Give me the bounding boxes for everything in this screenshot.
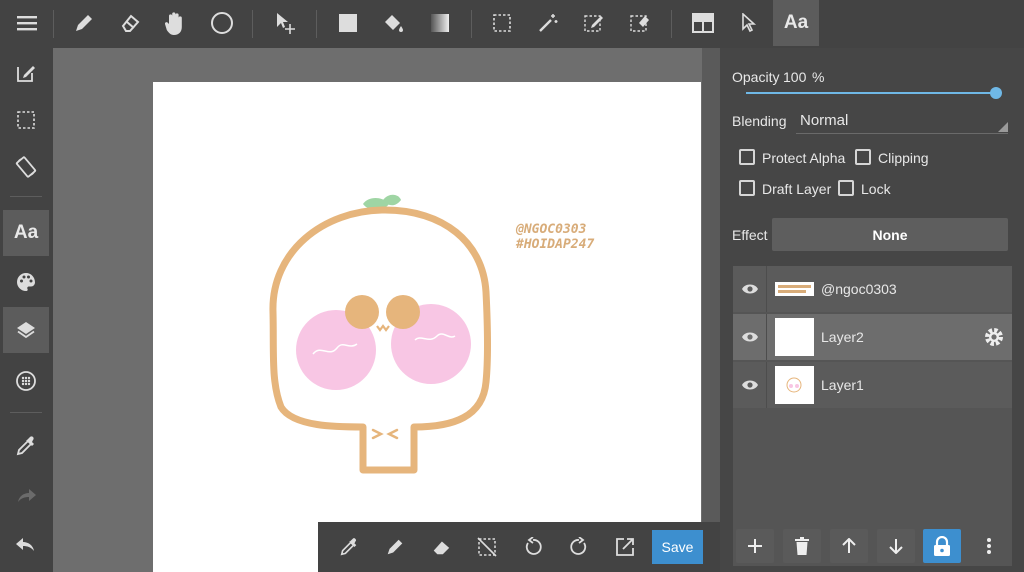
watermark-text: @NGOC0303 #HOIDAP247	[516, 222, 594, 252]
toolbar-divider	[53, 10, 54, 38]
delete-layer-button[interactable]	[783, 529, 821, 563]
eye-icon[interactable]	[733, 362, 767, 408]
layer-name: Layer2	[821, 329, 864, 345]
sidebar-text-label: Aa	[13, 222, 39, 243]
sidebar-divider	[10, 412, 42, 413]
clipping-label: Clipping	[878, 150, 929, 166]
toolbar-divider	[316, 10, 317, 38]
layer-thumbnail	[775, 366, 814, 404]
move-layer-up-button[interactable]	[830, 529, 868, 563]
deselect-icon[interactable]	[466, 526, 508, 568]
top-toolbar: Aa	[0, 0, 1024, 48]
bottom-toolbar: Save	[318, 522, 720, 572]
toolbar-divider	[252, 10, 253, 38]
gradient-tool-icon[interactable]	[417, 0, 463, 46]
opacity-unit: %	[812, 69, 825, 85]
lock-checkbox[interactable]	[838, 180, 854, 196]
canvas-scrollbar[interactable]	[702, 48, 720, 522]
edit-layer-icon[interactable]	[3, 50, 49, 96]
text-tool-button[interactable]: Aa	[773, 0, 819, 46]
menu-icon[interactable]	[4, 0, 50, 46]
plus-icon	[748, 539, 762, 553]
eraser-tool-icon[interactable]	[107, 0, 153, 46]
rotate-canvas-icon[interactable]	[3, 144, 49, 190]
blending-value: Normal	[800, 112, 849, 129]
layer-row[interactable]: Layer1	[733, 362, 1012, 408]
redo-icon[interactable]	[3, 473, 49, 519]
layer-name: Layer1	[821, 377, 864, 393]
eraser-icon[interactable]	[420, 526, 462, 568]
clipping-checkbox[interactable]	[855, 149, 871, 165]
selection-icon[interactable]	[3, 97, 49, 143]
watermark-line-1: @NGOC0303	[516, 222, 587, 237]
eye-icon[interactable]	[733, 266, 767, 312]
eye-icon[interactable]	[733, 314, 767, 360]
undo-icon[interactable]	[512, 526, 554, 568]
magic-wand-icon[interactable]	[525, 0, 571, 46]
more-options-button[interactable]	[970, 529, 1008, 563]
watermark-line-2: #HOIDAP247	[516, 237, 595, 252]
trash-icon	[795, 537, 809, 555]
layer-thumbnail	[775, 282, 814, 296]
eyedropper-icon[interactable]	[328, 526, 370, 568]
save-button[interactable]: Save	[652, 530, 703, 564]
effect-label: Effect	[732, 227, 768, 243]
pen-icon[interactable]	[374, 526, 416, 568]
layer-panel: Opacity 100 % Blending Normal Protect Al…	[720, 48, 1024, 572]
text-tool-label: Aa	[783, 12, 809, 33]
layer-row-selected[interactable]: Layer2	[733, 314, 1012, 360]
color-palette-icon[interactable]	[3, 259, 49, 305]
left-sidebar: Aa	[0, 48, 53, 572]
move-layer-down-button[interactable]	[877, 529, 915, 563]
opacity-slider-track[interactable]	[746, 92, 997, 94]
blending-label: Blending	[732, 113, 787, 129]
protect-alpha-checkbox[interactable]	[739, 149, 755, 165]
arrow-up-icon	[842, 538, 856, 553]
layer-thumbnail	[775, 318, 814, 356]
fill-rectangle-icon[interactable]	[325, 0, 371, 46]
opacity-value: 100	[783, 69, 807, 85]
opacity-slider-thumb[interactable]	[990, 87, 1002, 99]
bucket-fill-icon[interactable]	[371, 0, 417, 46]
export-icon[interactable]	[604, 526, 646, 568]
effect-button[interactable]: None	[772, 218, 1008, 251]
select-rectangle-icon[interactable]	[479, 0, 525, 46]
draft-layer-label: Draft Layer	[762, 181, 832, 197]
material-icon[interactable]	[3, 358, 49, 404]
arrow-down-icon	[889, 539, 903, 554]
opacity-label: Opacity	[732, 69, 780, 85]
more-vertical-icon	[987, 538, 991, 554]
protect-alpha-label: Protect Alpha	[762, 150, 846, 166]
draft-layer-checkbox[interactable]	[739, 180, 755, 196]
hand-tool-icon[interactable]	[152, 0, 198, 46]
layers-icon[interactable]	[3, 307, 49, 353]
sidebar-text-tool[interactable]: Aa	[3, 210, 49, 256]
sidebar-divider	[10, 196, 42, 197]
toolbar-divider	[471, 10, 472, 38]
move-tool-icon[interactable]	[262, 0, 308, 46]
drawing-canvas[interactable]: @NGOC0303 #HOIDAP247	[153, 82, 701, 572]
ellipse-tool-icon[interactable]	[199, 0, 245, 46]
layer-list: @ngoc0303 Layer2 Layer1	[733, 266, 1012, 566]
layer-name: @ngoc0303	[821, 281, 897, 297]
eyedropper-icon[interactable]	[3, 423, 49, 469]
drawing-illustration	[269, 194, 492, 474]
frame-divider-icon[interactable]	[680, 0, 726, 46]
redo-icon[interactable]	[558, 526, 600, 568]
lock-layer-button[interactable]	[923, 529, 961, 563]
gear-icon[interactable]	[983, 326, 1005, 348]
select-pen-icon[interactable]	[571, 0, 617, 46]
select-layer-cursor-icon[interactable]	[726, 0, 772, 46]
add-layer-button[interactable]	[736, 529, 774, 563]
lock-label: Lock	[861, 181, 891, 197]
layer-row[interactable]: @ngoc0303	[733, 266, 1012, 312]
undo-icon[interactable]	[3, 522, 49, 568]
lock-icon	[934, 536, 950, 556]
blending-select[interactable]: Normal	[796, 106, 1008, 134]
pen-tool-icon[interactable]	[61, 0, 107, 46]
select-eraser-icon[interactable]	[617, 0, 663, 46]
toolbar-divider	[671, 10, 672, 38]
dropdown-corner-icon	[998, 122, 1008, 132]
